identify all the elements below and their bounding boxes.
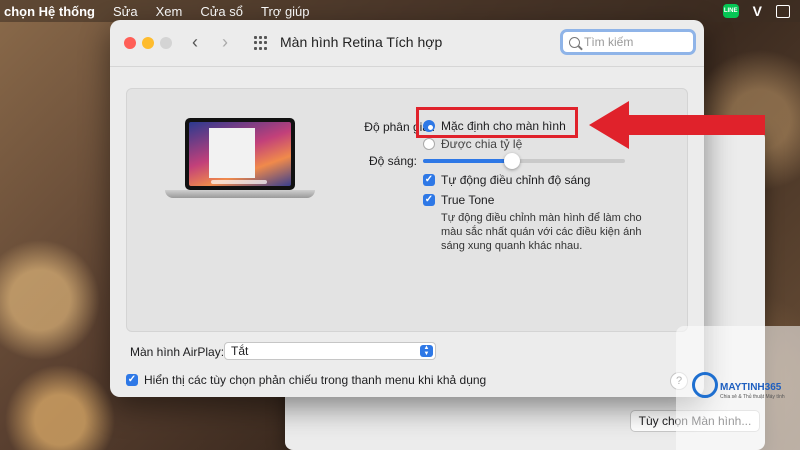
title-divider: [110, 66, 704, 67]
minimize-button[interactable]: [142, 37, 154, 49]
menu-help[interactable]: Trợ giúp: [252, 4, 319, 19]
title-bar: ‹ › Màn hình Retina Tích hợp: [110, 20, 704, 66]
checkmark-icon[interactable]: ✓: [423, 194, 435, 206]
menu-window[interactable]: Cửa sổ: [191, 4, 252, 19]
airplay-select[interactable]: Tắt ▲ ▼: [224, 342, 436, 360]
brightness-slider[interactable]: [423, 153, 625, 169]
auto-brightness-checkbox[interactable]: ✓ Tự động điều chỉnh độ sáng: [423, 173, 590, 187]
radio-scaled-indicator[interactable]: [423, 138, 435, 150]
true-tone-checkbox[interactable]: ✓ True Tone: [423, 193, 494, 207]
checkmark-icon[interactable]: ✓: [423, 174, 435, 186]
close-button[interactable]: [124, 37, 136, 49]
annotation-highlight-box: [416, 107, 578, 138]
menu-view[interactable]: Xem: [147, 4, 192, 19]
window-title: Màn hình Retina Tích hợp: [280, 34, 443, 50]
mirror-options-label: Hiển thị các tùy chọn phản chiếu trong t…: [144, 373, 487, 387]
radio-scaled-label: Được chia tỷ lệ: [441, 137, 523, 151]
watermark-logo: MAYTINH365 Chia sẻ & Thủ thuật Máy tính: [676, 326, 800, 450]
true-tone-description: Tự động điều chỉnh màn hình để làm cho m…: [441, 212, 642, 252]
select-stepper-icon[interactable]: ▲ ▼: [420, 345, 433, 357]
search-icon: [569, 36, 580, 48]
v-app-icon[interactable]: V: [753, 3, 762, 19]
back-chevron-icon[interactable]: ‹: [192, 32, 198, 53]
auto-brightness-label: Tự động điều chỉnh độ sáng: [441, 173, 591, 187]
search-input[interactable]: [584, 35, 684, 49]
briefcase-icon[interactable]: [776, 4, 790, 18]
search-field[interactable]: [560, 29, 696, 55]
annotation-arrow-icon: [589, 101, 765, 149]
menu-app-name[interactable]: chọn Hệ thống: [0, 4, 104, 19]
watermark-tagline: Chia sẻ & Thủ thuật Máy tính: [720, 394, 785, 400]
menu-edit[interactable]: Sửa: [104, 4, 147, 19]
true-tone-label: True Tone: [441, 193, 495, 207]
line-app-icon[interactable]: LINE: [722, 4, 739, 18]
forward-chevron-icon[interactable]: ›: [222, 32, 228, 53]
mirror-options-checkbox[interactable]: ✓ Hiển thị các tùy chọn phản chiếu trong…: [126, 373, 486, 387]
airplay-select-value: Tắt: [231, 344, 249, 358]
show-all-grid-icon[interactable]: [254, 36, 268, 50]
checkmark-icon[interactable]: ✓: [126, 374, 138, 386]
monitor-logo-icon: [692, 372, 718, 398]
watermark-brand: MAYTINH365: [720, 382, 782, 393]
brightness-slider-knob[interactable]: [503, 153, 520, 169]
brightness-label: Độ sáng:: [368, 154, 417, 168]
laptop-illustration: [165, 118, 315, 218]
menu-bar: chọn Hệ thống Sửa Xem Cửa sổ Trợ giúp LI…: [0, 0, 800, 22]
airplay-label: Màn hình AirPlay:: [130, 345, 225, 359]
menu-extras: LINE V: [722, 3, 800, 19]
zoom-button[interactable]: [160, 37, 172, 49]
brightness-slider-fill: [423, 159, 512, 163]
display-preferences-window: ‹ › Màn hình Retina Tích hợp Độ phân giả…: [110, 20, 704, 397]
radio-scaled-resolution[interactable]: Được chia tỷ lệ: [423, 137, 522, 151]
